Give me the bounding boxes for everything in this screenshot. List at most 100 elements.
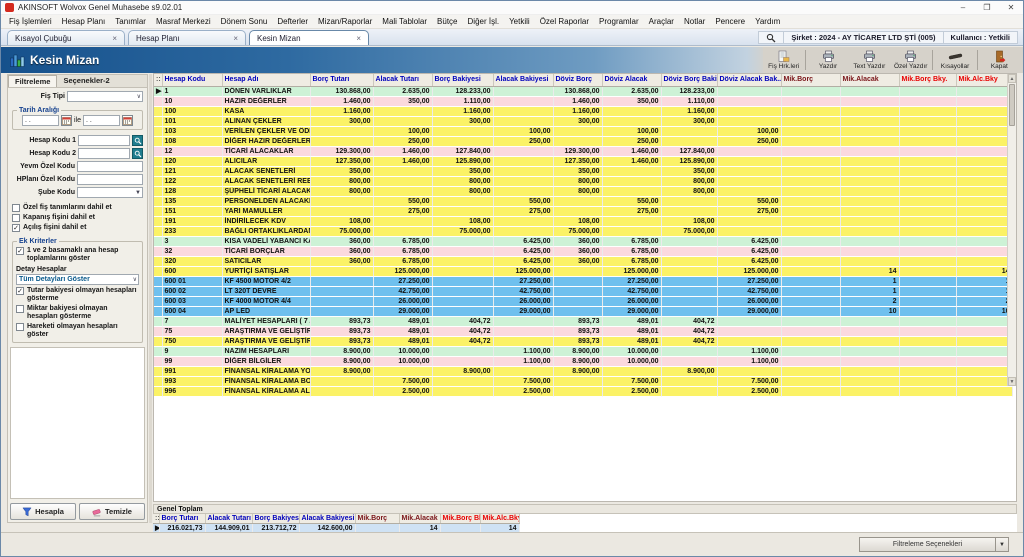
hesap-kodu-2-input[interactable] <box>78 148 130 159</box>
checkbox[interactable] <box>16 323 24 331</box>
menu-item[interactable]: Mali Tablolar <box>377 17 432 26</box>
menu-item[interactable]: Yardım <box>750 17 785 26</box>
column-header[interactable]: Alacak Bakiyesi <box>493 74 553 86</box>
account-lookup-icon[interactable] <box>132 148 143 159</box>
table-row[interactable]: 99DİĞER BİLGİLER8.900,0010.000,001.100,0… <box>154 356 1012 366</box>
text-yazdır-button[interactable]: Text Yazdır <box>849 48 890 73</box>
table-row[interactable]: 10HAZIR DEĞERLER1.460,00350,001.110,001.… <box>154 96 1012 106</box>
column-header[interactable]: Mik.Borç <box>781 74 840 86</box>
table-row[interactable]: 75ARAŞTIRMA VE GELİŞTİRM893,73489,01404,… <box>154 326 1012 336</box>
grid-scrollbar[interactable]: ▲ ▼ <box>1007 74 1016 386</box>
table-row[interactable]: 12TİCARİ ALACAKLAR129.300,001.460,00127.… <box>154 146 1012 156</box>
menu-item[interactable]: Tanımlar <box>110 17 151 26</box>
checkbox[interactable]: ✓ <box>16 287 24 295</box>
table-row[interactable]: 135PERSONELDEN ALACAKLAR550,00550,00550,… <box>154 196 1012 206</box>
close-button[interactable]: ✕ <box>999 1 1023 14</box>
table-row[interactable]: 121ALACAK SENETLERİ350,00350,00350,00350… <box>154 166 1012 176</box>
panel-splitter[interactable] <box>149 74 152 523</box>
menu-item[interactable]: Araçlar <box>644 17 679 26</box>
table-row[interactable]: 991FİNANSAL KİRALAMA YOLU8.900,008.900,0… <box>154 366 1012 376</box>
kısayollar-button[interactable]: Kısayollar <box>934 48 975 73</box>
column-header[interactable]: Mik.Alc.Bky <box>956 74 1012 86</box>
close-icon[interactable]: × <box>350 34 361 43</box>
close-icon[interactable]: × <box>106 34 117 43</box>
yevm-ozel-kodu-input[interactable] <box>77 161 143 172</box>
table-row[interactable]: 191İNDİRİLECEK KDV108,00108,00108,00108,… <box>154 216 1012 226</box>
scroll-up-icon[interactable]: ▲ <box>1008 74 1016 83</box>
temizle-button[interactable]: Temizle <box>79 503 145 520</box>
tab-kısayol-çubuğu[interactable]: Kısayol Çubuğu× <box>7 30 125 45</box>
column-header[interactable]: Döviz Alacak Bak... <box>717 74 781 86</box>
table-row[interactable]: 3KISA VADELİ YABANCI KAY360,006.785,006.… <box>154 236 1012 246</box>
column-header[interactable]: Hesap Adı <box>222 74 310 86</box>
date-to-input[interactable]: . . <box>83 115 120 126</box>
table-row[interactable]: 32TİCARİ BORÇLAR360,006.785,006.425,0036… <box>154 246 1012 256</box>
filter-tab-seçenekler-2[interactable]: Seçenekler-2 <box>57 75 115 87</box>
table-row[interactable]: 9NAZIM HESAPLARI8.900,0010.000,001.100,0… <box>154 346 1012 356</box>
column-header[interactable]: Borç Tutarı <box>310 74 373 86</box>
menu-item[interactable]: Fiş İşlemleri <box>4 17 57 26</box>
fis-tipi-select[interactable]: ∨ <box>67 91 143 102</box>
checkbox[interactable] <box>12 204 20 212</box>
menu-item[interactable]: Defterler <box>272 17 313 26</box>
table-row[interactable]: 600 01KF 4500 MOTOR 4/227.250,0027.250,0… <box>154 276 1012 286</box>
yazdır-button[interactable]: Yazdır <box>807 48 848 73</box>
account-lookup-icon[interactable] <box>132 135 143 146</box>
table-row[interactable]: 320SATICILAR360,006.785,006.425,00360,00… <box>154 256 1012 266</box>
scroll-down-icon[interactable]: ▼ <box>1008 377 1016 386</box>
search-icon[interactable] <box>759 32 783 43</box>
column-header[interactable]: Mik.Borç Bky. <box>899 74 956 86</box>
maximize-button[interactable]: ❐ <box>975 1 999 14</box>
table-row[interactable]: 100KASA1.160,001.160,001.160,001.160,00 <box>154 106 1012 116</box>
detay-hesaplar-select[interactable]: Tüm Detayları Göster ∨ <box>16 274 139 285</box>
hplani-ozel-kodu-input[interactable] <box>77 174 143 185</box>
table-row[interactable]: 108DİĞER HAZIR DEĞERLER250,00250,00250,0… <box>154 136 1012 146</box>
checkbox[interactable]: ✓ <box>12 224 20 232</box>
date-from-input[interactable]: . . <box>22 115 59 126</box>
scrollbar-thumb[interactable] <box>1009 84 1015 126</box>
table-row[interactable]: 120ALICILAR127.350,001.460,00125.890,001… <box>154 156 1012 166</box>
column-header[interactable]: Döviz Borç <box>553 74 602 86</box>
tab-hesap-planı[interactable]: Hesap Planı× <box>128 30 246 45</box>
table-row[interactable]: 996FİNANSAL KİRALAMA ALAC2.500,002.500,0… <box>154 386 1012 396</box>
menu-item[interactable]: Hesap Planı <box>57 17 111 26</box>
menu-item[interactable]: Özel Raporlar <box>535 17 594 26</box>
menu-item[interactable]: Bütçe <box>432 17 462 26</box>
table-row[interactable]: 600 02LT 320T DEVRE42.750,0042.750,0042.… <box>154 286 1012 296</box>
close-icon[interactable]: × <box>227 34 238 43</box>
minimize-button[interactable]: – <box>951 1 975 14</box>
table-row[interactable]: 101ALINAN ÇEKLER300,00300,00300,00300,00 <box>154 116 1012 126</box>
kapat-button[interactable]: Kapat <box>979 48 1020 73</box>
tab-kesin-mizan[interactable]: Kesin Mizan× <box>249 30 369 45</box>
menu-item[interactable]: Diğer İşl. <box>463 17 505 26</box>
table-row[interactable]: 122ALACAK SENETLERİ REESKO800,00800,0080… <box>154 176 1012 186</box>
checkbox[interactable] <box>12 214 20 222</box>
column-header[interactable]: Alacak Tutarı <box>373 74 432 86</box>
menu-item[interactable]: Yetkili <box>504 17 535 26</box>
menu-item[interactable]: Mizan/Raporlar <box>313 17 377 26</box>
column-header[interactable]: Döviz Alacak <box>602 74 661 86</box>
filtreleme-secenekleri-button[interactable]: Filtreleme Seçenekleri ▼ <box>859 537 1009 552</box>
column-header[interactable]: Hesap Kodu <box>162 74 222 86</box>
table-row[interactable]: 600 04AP LED29.000,0029.000,0029.000,002… <box>154 306 1012 316</box>
table-row[interactable]: 103VERİLEN ÇEKLER VE ÖDEME100,00100,0010… <box>154 126 1012 136</box>
column-header[interactable]: Mik.Alacak <box>840 74 899 86</box>
filter-tab-filtreleme[interactable]: Filtreleme <box>8 75 57 87</box>
table-row[interactable]: 151YARI MAMULLER275,00275,00275,00275,00 <box>154 206 1012 216</box>
table-row[interactable]: 993FİNANSAL KİRALAMA BORÇ7.500,007.500,0… <box>154 376 1012 386</box>
table-row[interactable]: 600 03KF 4000 MOTOR 4/426.000,0026.000,0… <box>154 296 1012 306</box>
calendar-icon[interactable] <box>61 115 72 126</box>
checkbox[interactable] <box>16 305 24 313</box>
menu-item[interactable]: Notlar <box>679 17 710 26</box>
hesap-kodu-1-input[interactable] <box>78 135 130 146</box>
menu-item[interactable]: Programlar <box>594 17 644 26</box>
özel-yazdır-button[interactable]: Özel Yazdır <box>890 48 931 73</box>
column-header[interactable]: Döviz Borç Bakiye <box>661 74 717 86</box>
fiş-hrk-leri-button[interactable]: Fiş Hrk.leri <box>763 48 804 73</box>
table-row[interactable]: 7MALİYET HESAPLARI ( 7 / 893,73489,01404… <box>154 316 1012 326</box>
table-row[interactable]: ▶1DÖNEN VARLIKLAR130.868,002.635,00128.2… <box>154 86 1012 96</box>
menu-item[interactable]: Masraf Merkezi <box>151 17 216 26</box>
table-row[interactable]: 750ARAŞTIRMA VE GELİŞTİRM893,73489,01404… <box>154 336 1012 346</box>
menu-item[interactable]: Pencere <box>710 17 750 26</box>
table-row[interactable]: 233BAĞLI ORTAKLIKLARDAN A75.000,0075.000… <box>154 226 1012 236</box>
